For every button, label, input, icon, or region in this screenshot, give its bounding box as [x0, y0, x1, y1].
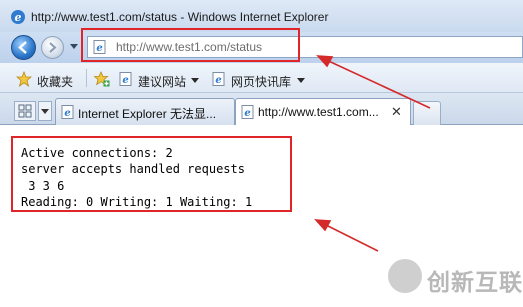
- arrow-to-content-icon: [314, 219, 379, 252]
- arrow-to-address-icon: [316, 55, 431, 109]
- watermark-text: 创新互联: [427, 270, 523, 296]
- annotation-arrows: [314, 55, 431, 252]
- watermark-logo-icon: [388, 259, 422, 293]
